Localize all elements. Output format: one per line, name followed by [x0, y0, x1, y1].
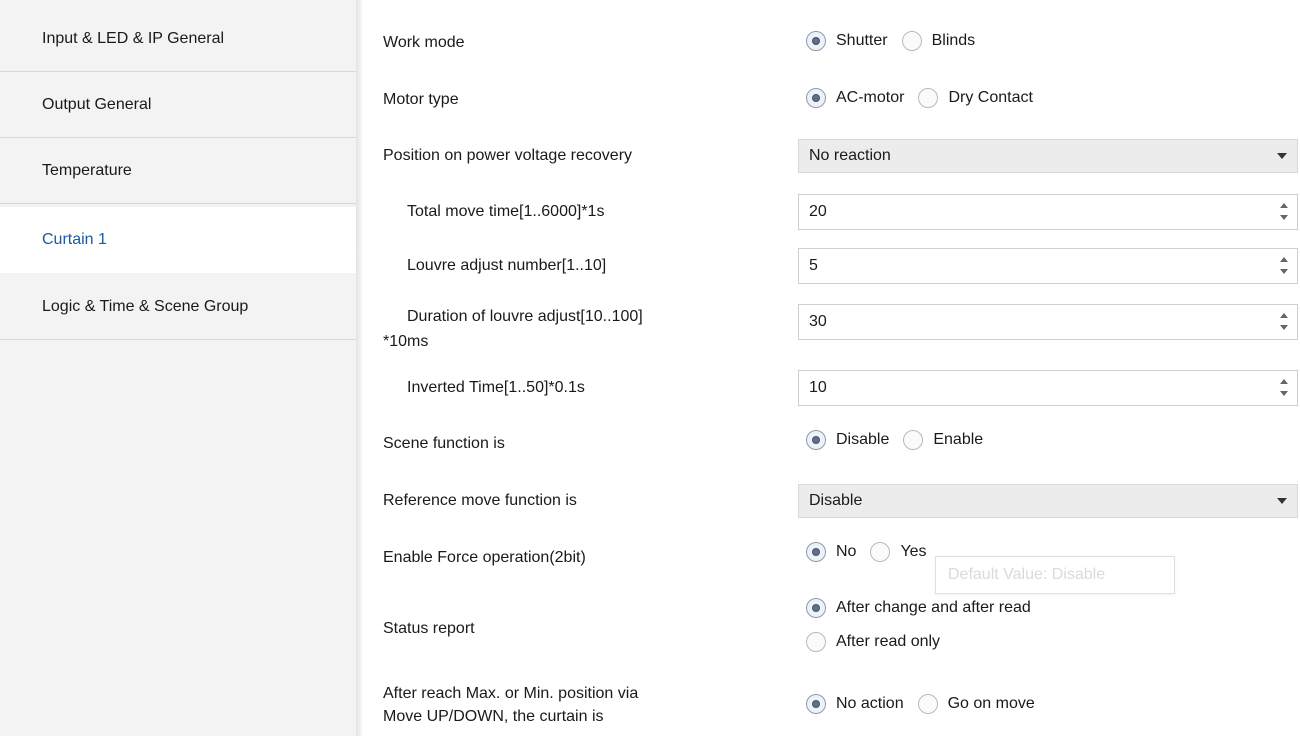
- position-recovery-label: Position on power voltage recovery: [383, 147, 633, 164]
- radio-unchecked-icon[interactable]: [903, 430, 924, 450]
- force-operation-label: Enable Force operation(2bit): [383, 549, 586, 566]
- status-report-option-1[interactable]: After change and after read: [806, 598, 1031, 618]
- spinbox-value: 30: [809, 313, 827, 330]
- reference-move-dropdown[interactable]: Disable: [798, 484, 1298, 518]
- radio-label: Dry Contact: [948, 89, 1033, 106]
- scene-function-option-enable[interactable]: Enable: [903, 430, 983, 450]
- radio-checked-icon[interactable]: [806, 88, 826, 108]
- radio-checked-icon[interactable]: [806, 694, 826, 714]
- work-mode-label: Work mode: [383, 34, 465, 51]
- spin-arrows-icon[interactable]: [1279, 255, 1289, 277]
- radio-label: No action: [836, 695, 904, 712]
- sidebar-divider: [356, 0, 362, 736]
- spin-arrows-icon[interactable]: [1279, 377, 1289, 399]
- radio-checked-icon[interactable]: [806, 542, 826, 562]
- radio-unchecked-icon[interactable]: [917, 694, 938, 714]
- dropdown-value: Disable: [809, 492, 863, 509]
- radio-unchecked-icon[interactable]: [918, 88, 939, 108]
- work-mode-radio-group: Shutter Blinds: [806, 31, 989, 51]
- chevron-down-icon[interactable]: [1277, 498, 1287, 504]
- reach-limit-option-no-action[interactable]: No action: [806, 694, 904, 714]
- spinbox-value: 20: [809, 203, 827, 220]
- radio-label: Disable: [836, 431, 890, 448]
- sidebar-item-curtain-1[interactable]: Curtain 1: [0, 207, 362, 273]
- radio-label: After change and after read: [836, 599, 1031, 616]
- louvre-adjust-number-label: Louvre adjust number[1..10]: [407, 257, 607, 274]
- radio-label: Go on move: [947, 695, 1035, 712]
- spin-arrows-icon[interactable]: [1279, 311, 1289, 333]
- reference-move-label: Reference move function is: [383, 492, 577, 509]
- status-report-option-2[interactable]: After read only: [806, 632, 940, 652]
- radio-label: Yes: [900, 543, 927, 560]
- scene-function-option-disable[interactable]: Disable: [806, 430, 889, 450]
- work-mode-option-blinds[interactable]: Blinds: [901, 31, 976, 51]
- scene-function-radio-group: Disable Enable: [806, 430, 997, 450]
- motor-type-option-dry-contact[interactable]: Dry Contact: [918, 88, 1033, 108]
- force-operation-option-no[interactable]: No: [806, 542, 856, 562]
- radio-checked-icon[interactable]: [806, 31, 826, 51]
- status-report-option-change-and-read[interactable]: After change and after read: [806, 598, 1045, 618]
- reach-limit-label-line2: Move UP/DOWN, the curtain is: [383, 708, 604, 725]
- scene-function-label: Scene function is: [383, 435, 505, 452]
- sidebar-item-logic-time-scene-group[interactable]: Logic & Time & Scene Group: [0, 274, 356, 340]
- force-operation-radio-group: No Yes: [806, 542, 941, 562]
- dropdown-value: No reaction: [809, 147, 891, 164]
- default-value-tooltip: Default Value: Disable: [935, 556, 1175, 594]
- spin-arrows-icon[interactable]: [1279, 201, 1289, 223]
- reach-limit-option-go-on-move[interactable]: Go on move: [917, 694, 1035, 714]
- total-move-time-spinbox[interactable]: 20: [798, 194, 1298, 230]
- status-report-option-read-only[interactable]: After read only: [806, 632, 954, 652]
- radio-label: After read only: [836, 633, 941, 650]
- sidebar-item-output-general[interactable]: Output General: [0, 72, 356, 138]
- motor-type-option-ac-motor[interactable]: AC-motor: [806, 88, 904, 108]
- sidebar-item-input-led-ip-general[interactable]: Input & LED & IP General: [0, 6, 356, 72]
- sidebar-item-temperature[interactable]: Temperature: [0, 138, 356, 204]
- spinbox-value: 10: [809, 379, 827, 396]
- radio-label: Shutter: [836, 32, 888, 49]
- force-operation-option-yes[interactable]: Yes: [870, 542, 927, 562]
- inverted-time-spinbox[interactable]: 10: [798, 370, 1298, 406]
- louvre-duration-label-line2: *10ms: [383, 333, 429, 350]
- louvre-adjust-number-spinbox[interactable]: 5: [798, 248, 1298, 284]
- chevron-down-icon[interactable]: [1277, 153, 1287, 159]
- spinbox-value: 5: [809, 257, 818, 274]
- louvre-duration-label-line1: Duration of louvre adjust[10..100]: [407, 308, 643, 325]
- radio-unchecked-icon[interactable]: [870, 542, 891, 562]
- reach-limit-radio-group: No action Go on move: [806, 694, 1049, 714]
- radio-label: Enable: [933, 431, 984, 448]
- inverted-time-label: Inverted Time[1..50]*0.1s: [407, 379, 585, 396]
- radio-unchecked-icon[interactable]: [901, 31, 922, 51]
- motor-type-radio-group: AC-motor Dry Contact: [806, 88, 1047, 108]
- radio-label: Blinds: [931, 32, 976, 49]
- motor-type-label: Motor type: [383, 91, 459, 108]
- louvre-duration-spinbox[interactable]: 30: [798, 304, 1298, 340]
- position-recovery-dropdown[interactable]: No reaction: [798, 139, 1298, 173]
- radio-checked-icon[interactable]: [806, 598, 826, 618]
- status-report-label: Status report: [383, 620, 475, 637]
- radio-label: AC-motor: [836, 89, 905, 106]
- total-move-time-label: Total move time[1..6000]*1s: [407, 203, 605, 220]
- radio-label: No: [836, 543, 857, 560]
- sidebar: Input & LED & IP General Output General …: [0, 0, 362, 736]
- radio-unchecked-icon[interactable]: [806, 632, 826, 652]
- radio-checked-icon[interactable]: [806, 430, 826, 450]
- reach-limit-label-line1: After reach Max. or Min. position via: [383, 685, 639, 702]
- work-mode-option-shutter[interactable]: Shutter: [806, 31, 888, 51]
